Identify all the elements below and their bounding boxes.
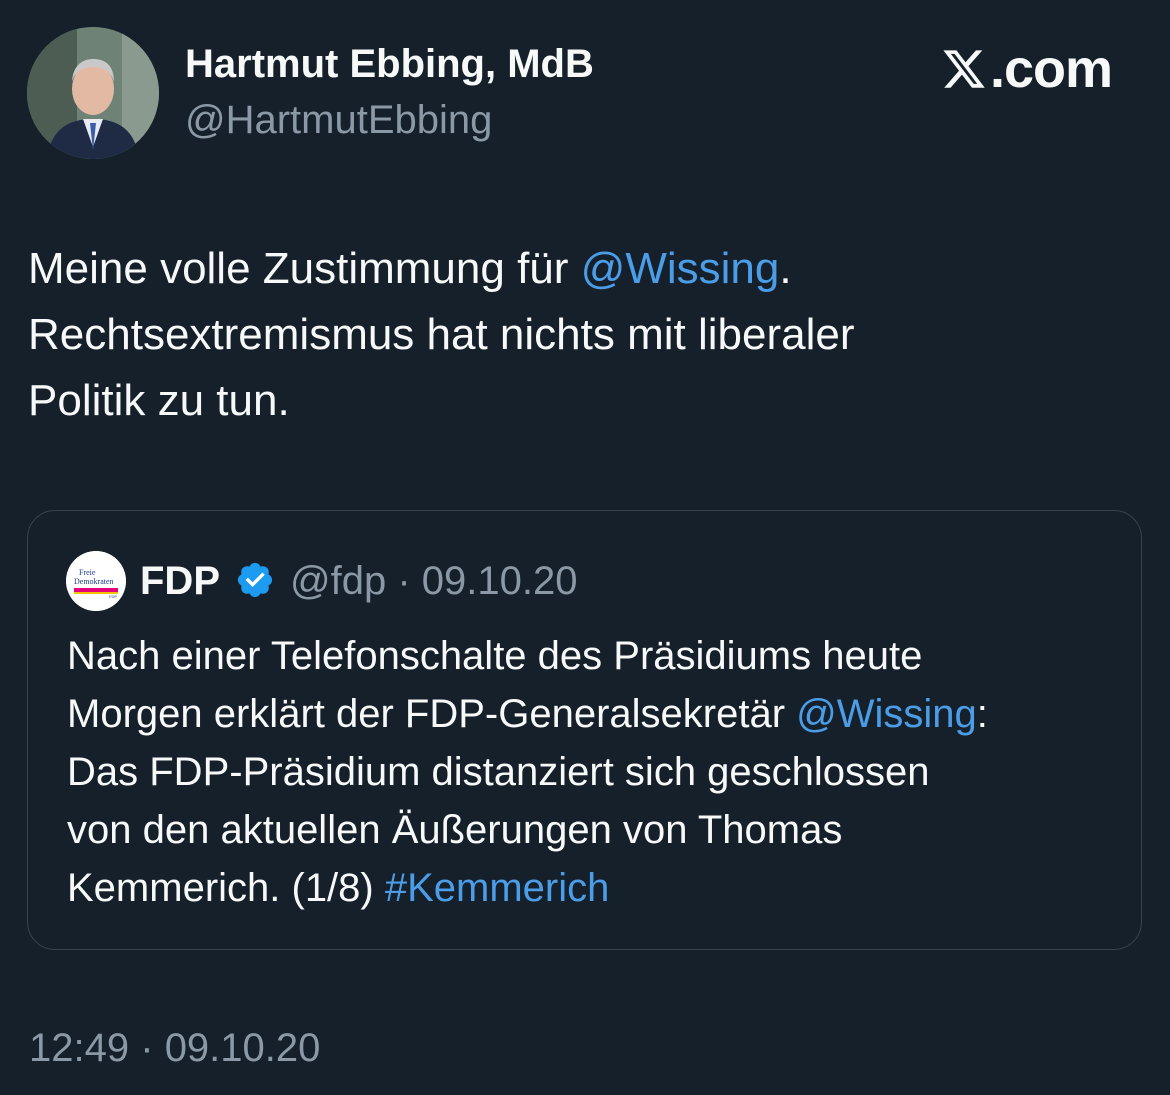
- brand-label: .com: [989, 39, 1113, 99]
- quoted-line-3: Das FDP-Präsidium distanziert sich gesch…: [67, 750, 930, 794]
- author-handle[interactable]: @HartmutEbbing: [185, 98, 492, 143]
- timestamp-date: 09.10.20: [164, 1026, 321, 1070]
- tweet-line-2: Rechtsextremismus hat nichts mit liberal…: [28, 310, 855, 359]
- quoted-line-5-text: Kemmerich. (1/8): [67, 866, 385, 910]
- hashtag-link[interactable]: #Kemmerich: [385, 866, 610, 910]
- quoted-text: Nach einer Telefonschalte des Präsidiums…: [67, 627, 1117, 917]
- quoted-line-2: Morgen erklärt der FDP-Generalsekretär @…: [67, 685, 1117, 743]
- x-logo-icon: [943, 50, 985, 88]
- tweet-line-3: Politik zu tun.: [28, 376, 290, 425]
- author-photo-icon: [27, 27, 159, 159]
- quoted-author-name[interactable]: FDP: [140, 559, 220, 604]
- quoted-tweet-card[interactable]: Freie Demokraten FDP FDP @fdp · 09.10.20…: [27, 510, 1142, 950]
- tweet-text-part2: .: [779, 244, 792, 293]
- svg-text:Demokraten: Demokraten: [74, 577, 114, 586]
- x-brand: .com: [940, 38, 1113, 100]
- tweet-text-part1: Meine volle Zustimmung für: [28, 244, 581, 293]
- quoted-line-2a: Morgen erklärt der FDP-Generalsekretär: [67, 692, 797, 736]
- timestamp-separator: ·: [140, 1026, 154, 1070]
- timestamp-time: 12:49: [29, 1026, 130, 1070]
- quoted-mention-link[interactable]: @Wissing: [796, 692, 977, 736]
- svg-text:Freie: Freie: [79, 568, 96, 577]
- tweet-screenshot: Hartmut Ebbing, MdB @HartmutEbbing .com …: [0, 0, 1170, 1095]
- verified-badge-icon: [237, 562, 273, 598]
- quoted-line-2b: :: [976, 692, 988, 736]
- svg-text:FDP: FDP: [109, 594, 117, 599]
- quoted-line-1: Nach einer Telefonschalte des Präsidiums…: [67, 634, 923, 678]
- tweet-text: Meine volle Zustimmung für @Wissing. Rec…: [28, 236, 1138, 434]
- meta-separator: ·: [397, 559, 411, 603]
- quoted-handle[interactable]: @fdp: [290, 559, 386, 603]
- author-display-name[interactable]: Hartmut Ebbing, MdB: [185, 42, 594, 87]
- fdp-logo-icon: Freie Demokraten FDP: [66, 551, 126, 611]
- author-avatar[interactable]: [27, 27, 159, 159]
- quoted-line-5: Kemmerich. (1/8) #Kemmerich: [67, 859, 1117, 917]
- tweet-timestamp[interactable]: 12:49 · 09.10.20: [29, 1026, 320, 1071]
- quoted-meta: @fdp · 09.10.20: [290, 559, 578, 604]
- quoted-date[interactable]: 09.10.20: [422, 559, 578, 603]
- quoted-line-4: von den aktuellen Äußerungen von Thomas: [67, 808, 843, 852]
- mention-link[interactable]: @Wissing: [581, 244, 780, 293]
- tweet-line-1: Meine volle Zustimmung für @Wissing.: [28, 236, 1138, 302]
- fdp-avatar[interactable]: Freie Demokraten FDP: [66, 551, 126, 611]
